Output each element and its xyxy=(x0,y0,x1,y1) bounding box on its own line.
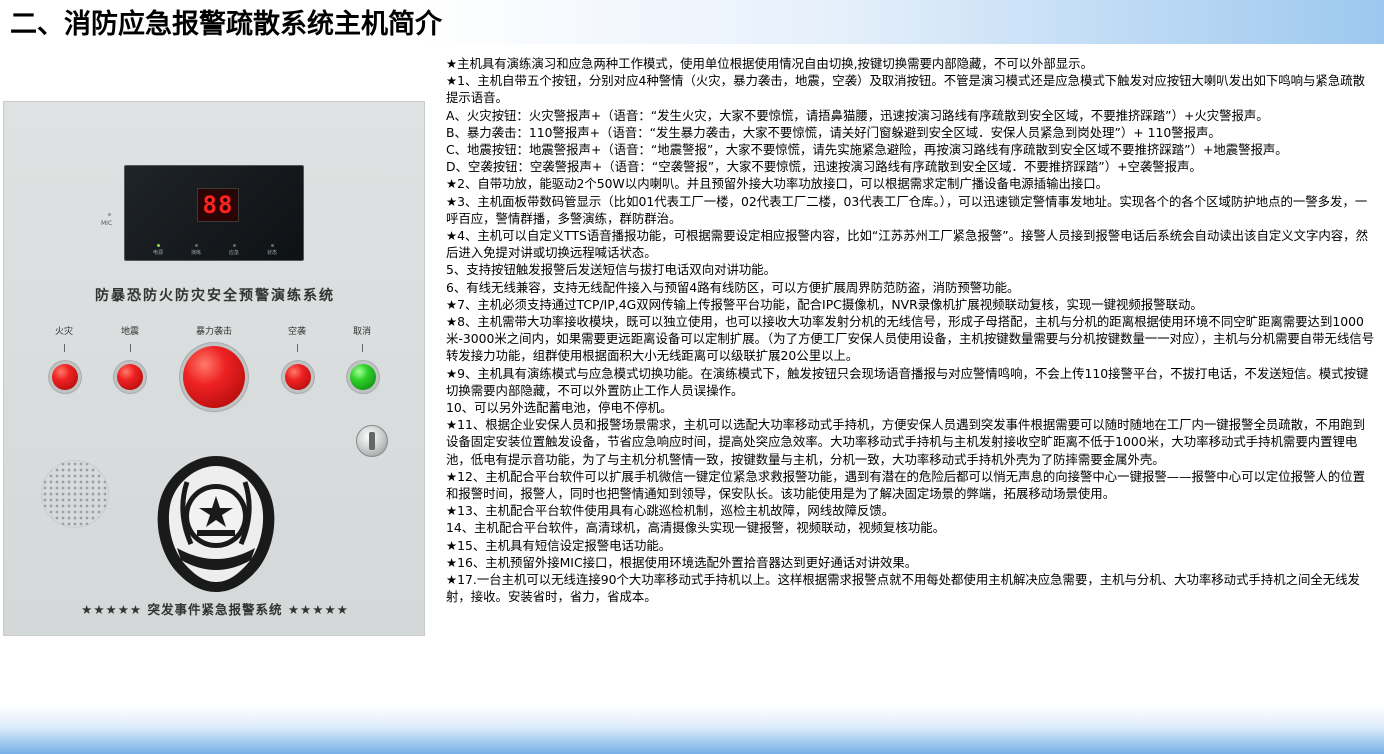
alarm-host-device-image: 88 电源 演练 应急 状态 MIC 防暴恐防火防灾安全预警演练系统 火灾 地震… xyxy=(3,101,425,636)
paragraph: ★16、主机预留外接MIC接口，根据使用环境选配外置拾音器达到更好通话对讲效果。 xyxy=(446,554,918,570)
tick-mark xyxy=(64,344,65,352)
paragraph: ★13、主机配合平台软件使用具有心跳巡检机制，巡检主机故障，网线故障反馈。 xyxy=(446,503,895,519)
indicator-status: 状态 xyxy=(257,244,287,256)
mic-hole-icon xyxy=(108,213,111,216)
paragraph: B、暴力袭击：110警报声+（语音：“发生暴力袭击，大家不要惊慌，请关好门窗躲避… xyxy=(446,124,1221,140)
paragraph: C、地震按钮：地震警报声+（语音：“地震警报”，大家不要惊慌，请先实施紧急避险，… xyxy=(446,142,1288,158)
paragraph: ★15、主机具有短信设定报警电话功能。 xyxy=(446,537,672,553)
paragraph: ★7、主机必须支持通过TCP/IP,4G双网传输上传报警平台功能，配合IPC摄像… xyxy=(446,296,1203,312)
paragraph: ★8、主机需带大功率接收模块，既可以独立使用，也可以接收大功率发射分机的无线信号… xyxy=(446,314,1375,364)
paragraph: D、空袭按钮：空袭警报声+（语音：“空袭警报”，大家不要惊慌，迅速按演习路线有序… xyxy=(446,159,1202,175)
paragraph: ★主机具有演练演习和应急两种工作模式，使用单位根据使用情况自由切换,按键切换需要… xyxy=(446,56,1093,71)
paragraph: ★4、主机可以自定义TTS语音播报功能，可根据需要设定相应报警内容，比如“江苏苏… xyxy=(446,228,1368,261)
paragraph: ★2、自带功放，能驱动2个50W以内喇叭。并且预留外接大功率功放接口，可以根据需… xyxy=(446,176,1109,192)
footer-band xyxy=(0,706,1384,754)
device-footer-label: ★★★★★ 突发事件紧急报警系统 ★★★★★ xyxy=(81,602,349,617)
violent-attack-alarm-button[interactable] xyxy=(183,346,245,408)
paragraph: ★3、主机面板带数码管显示（比如01代表工厂一楼，02代表工厂二楼，03代表工厂… xyxy=(446,193,1368,226)
button-label-fire: 火灾 xyxy=(54,327,73,337)
fire-alarm-button[interactable] xyxy=(52,364,78,390)
button-label-cancel: 取消 xyxy=(352,327,371,337)
paragraph: 14、主机配合平台软件，高清球机，高清摄像头实现一键报警，视频联动，视频复核功能… xyxy=(446,520,946,536)
key-switch-icon[interactable] xyxy=(356,425,388,457)
paragraph: A、火灾按钮：火灾警报声+（语音：“发生火灾，大家不要惊慌，请捂鼻猫腰，迅速按演… xyxy=(446,107,1269,123)
earthquake-alarm-button[interactable] xyxy=(117,364,143,390)
display-panel: 88 电源 演练 应急 状态 xyxy=(124,165,304,261)
button-label-earthquake: 地震 xyxy=(120,327,139,337)
tick-mark xyxy=(362,344,363,352)
mic-label: MIC xyxy=(101,220,113,227)
digit-display: 88 xyxy=(197,188,239,222)
paragraph: ★17.一台主机可以无线连接90个大功率移动式手持机以上。这样根据需求报警点就不… xyxy=(446,572,1360,605)
device-panel-title: 防暴恐防火防灾安全预警演练系统 xyxy=(95,288,335,304)
indicator-row: 电源 演练 应急 状态 xyxy=(143,244,293,258)
indicator-drill: 演练 xyxy=(181,244,211,256)
paragraph: 6、有线无线兼容，支持无线配件接入与预留4路有线防区，可以方便扩展周界防范防盗，… xyxy=(446,279,1020,295)
cancel-button[interactable] xyxy=(350,364,376,390)
indicator-emergency: 应急 xyxy=(219,244,249,256)
page-title: 二、消防应急报警疏散系统主机简介 xyxy=(10,9,442,40)
paragraph: 10、可以另外选配蓄电池，停电不停机。 xyxy=(446,400,673,416)
air-raid-alarm-button[interactable] xyxy=(285,364,311,390)
paragraph: ★12、主机配合平台软件可以扩展手机微信一键定位紧急求救报警功能，遇到有潜在的危… xyxy=(446,468,1365,502)
police-emblem-icon xyxy=(157,456,275,592)
description-text: ★主机具有演练演习和应急两种工作模式，使用单位根据使用情况自由切换,按键切换需要… xyxy=(446,55,1376,606)
paragraph: 5、支持按钮触发报警后发送短信与拔打电话双向对讲功能。 xyxy=(446,262,777,278)
speaker-grille-icon xyxy=(41,460,109,528)
tick-mark xyxy=(297,344,298,352)
button-label-air-raid: 空袭 xyxy=(287,327,306,337)
paragraph: ★11、根据企业安保人员和报警场景需求，主机可以选配大功率移动式手持机，方便安保… xyxy=(446,417,1365,467)
paragraph: ★1、主机自带五个按钮，分别对应4种警情（火灾，暴力袭击，地震，空袭）及取消按钮… xyxy=(446,73,1365,106)
button-label-violent-attack: 暴力袭击 xyxy=(195,327,232,337)
paragraph: ★9、主机具有演练模式与应急模式切换功能。在演练模式下，触发按钮只会现场语音播报… xyxy=(446,365,1369,398)
tick-mark xyxy=(130,344,131,352)
indicator-power: 电源 xyxy=(143,244,173,256)
